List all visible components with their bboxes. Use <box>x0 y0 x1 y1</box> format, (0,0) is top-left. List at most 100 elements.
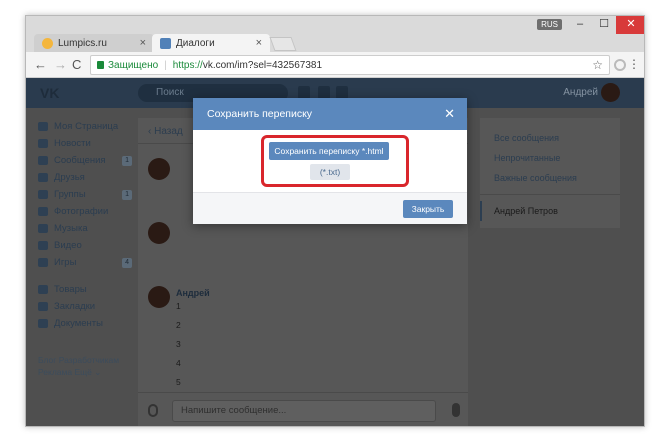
active-dialog[interactable]: Андрей Петров <box>480 201 620 221</box>
lumpics-favicon-icon <box>42 37 53 49</box>
music-icon <box>38 224 48 233</box>
message-text: 3 <box>176 339 181 349</box>
footer-line-1[interactable]: Блог Разработчикам <box>38 354 138 366</box>
attach-icon[interactable] <box>148 404 158 417</box>
avatar[interactable] <box>148 222 170 244</box>
message-text: 4 <box>176 358 181 368</box>
video-icon <box>38 241 48 250</box>
sidebar-item-label: Сообщения <box>54 155 106 166</box>
sidebar-item-label: Друзья <box>54 172 85 183</box>
tab-close-icon[interactable]: × <box>140 37 146 49</box>
message-text: 2 <box>176 320 181 330</box>
message-author[interactable]: Андрей <box>176 288 210 298</box>
tab-label: Диалоги <box>176 37 215 49</box>
sidebar-item-label: Моя Страница <box>54 121 119 132</box>
forward-icon[interactable]: → <box>54 57 67 72</box>
divider <box>32 271 132 281</box>
tab-label: Lumpics.ru <box>58 37 107 49</box>
divider: | <box>164 59 167 71</box>
dialog-header: Сохранить переписку ✕ <box>193 98 467 130</box>
language-badge: RUS <box>537 19 562 30</box>
footer-links: Блог Разработчикам Реклама Ещё ⌄ <box>38 354 138 378</box>
message-icon <box>38 156 48 165</box>
divider <box>480 194 620 195</box>
address-bar: ← → C Защищено | https:// vk.com/im?sel=… <box>26 52 644 78</box>
friends-icon <box>38 173 48 182</box>
maximize-button[interactable]: ☐ <box>592 16 616 34</box>
new-tab-button[interactable] <box>269 37 297 51</box>
sidebar-item-games[interactable]: Игры 4 <box>32 254 132 271</box>
sidebar-item-music[interactable]: Музыка <box>32 220 132 237</box>
groups-icon <box>38 190 48 199</box>
news-icon <box>38 139 48 148</box>
avatar[interactable] <box>148 158 170 180</box>
vk-logo[interactable]: VK <box>40 85 59 101</box>
count-badge: 4 <box>122 257 132 268</box>
close-icon[interactable]: ✕ <box>444 98 455 130</box>
filter-all-messages[interactable]: Все сообщения <box>480 128 620 148</box>
tab-close-icon[interactable]: × <box>256 37 262 49</box>
avatar[interactable] <box>148 286 170 308</box>
tab-strip: Lumpics.ru × Диалоги × RUS – ☐ ✕ <box>26 16 644 52</box>
save-html-button[interactable]: Сохранить переписку *.html <box>269 142 389 160</box>
sidebar-item-goods[interactable]: Товары <box>32 281 132 298</box>
star-icon <box>38 302 48 311</box>
sidebar-item-label: Новости <box>54 138 91 149</box>
close-button[interactable]: Закрыть <box>403 200 453 218</box>
vk-favicon-icon <box>160 37 171 49</box>
message-input[interactable]: Напишите сообщение... <box>172 400 436 422</box>
sidebar-item-label: Группы <box>54 189 86 200</box>
sidebar-item-groups[interactable]: Группы 1 <box>32 186 132 203</box>
filter-important[interactable]: Важные сообщения <box>480 168 620 188</box>
sidebar-item-bookmarks[interactable]: Закладки <box>32 298 132 315</box>
count-badge: 1 <box>122 155 132 166</box>
browser-menu-icon[interactable]: ⋮ <box>628 57 640 71</box>
sidebar-item-label: Документы <box>54 318 103 329</box>
dialog-title: Сохранить переписку <box>207 108 313 120</box>
message-text: 5 <box>176 377 181 387</box>
count-badge: 1 <box>122 189 132 200</box>
url-scheme: https:// <box>172 59 203 71</box>
sidebar-item-label: Фотографии <box>54 206 109 217</box>
sidebar-item-my-page[interactable]: Моя Страница <box>32 118 132 135</box>
browser-window: Lumpics.ru × Диалоги × RUS – ☐ ✕ ← → C З… <box>25 15 645 427</box>
save-chat-dialog: Сохранить переписку ✕ Сохранить переписк… <box>193 98 467 224</box>
bookmark-star-icon[interactable]: ☆ <box>592 58 603 72</box>
camera-icon <box>38 207 48 216</box>
microphone-icon[interactable] <box>452 403 460 417</box>
sidebar-item-documents[interactable]: Документы <box>32 315 132 332</box>
sidebar-item-messages[interactable]: Сообщения 1 <box>32 152 132 169</box>
sidebar-item-friends[interactable]: Друзья <box>32 169 132 186</box>
left-sidebar: Моя Страница Новости Сообщения 1 Друзья Г… <box>32 118 132 332</box>
window-controls: RUS – ☐ ✕ <box>537 16 644 34</box>
reload-icon[interactable]: C <box>72 57 81 72</box>
sidebar-item-news[interactable]: Новости <box>32 135 132 152</box>
avatar[interactable] <box>601 83 620 102</box>
minimize-button[interactable]: – <box>568 16 592 34</box>
sidebar-item-video[interactable]: Видео <box>32 237 132 254</box>
games-icon <box>38 258 48 267</box>
lock-icon <box>97 61 104 69</box>
sidebar-item-photos[interactable]: Фотографии <box>32 203 132 220</box>
footer-line-2[interactable]: Реклама Ещё ⌄ <box>38 366 138 378</box>
dialog-body: Сохранить переписку *.html (*.txt) <box>193 130 467 192</box>
shop-icon <box>38 285 48 294</box>
tab-dialogs[interactable]: Диалоги × <box>152 34 270 52</box>
url-path: vk.com/im?sel=432567381 <box>202 59 323 71</box>
url-input[interactable]: Защищено | https:// vk.com/im?sel=432567… <box>90 55 610 75</box>
header-user-name[interactable]: Андрей <box>563 87 598 98</box>
sidebar-item-label: Закладки <box>54 301 96 312</box>
save-txt-button[interactable]: (*.txt) <box>310 164 350 180</box>
back-icon[interactable]: ← <box>34 57 47 72</box>
filter-unread[interactable]: Непрочитанные <box>480 148 620 168</box>
sidebar-item-label: Игры <box>54 257 77 268</box>
sidebar-item-label: Музыка <box>54 223 88 234</box>
message-composer: Напишите сообщение... <box>138 392 468 426</box>
extension-icon[interactable] <box>614 59 626 71</box>
close-window-button[interactable]: ✕ <box>616 16 644 34</box>
secure-label: Защищено <box>108 59 159 71</box>
tab-lumpics[interactable]: Lumpics.ru × <box>34 34 154 52</box>
sidebar-item-label: Товары <box>54 284 87 295</box>
message-text: 1 <box>176 301 181 311</box>
home-icon <box>38 122 48 131</box>
